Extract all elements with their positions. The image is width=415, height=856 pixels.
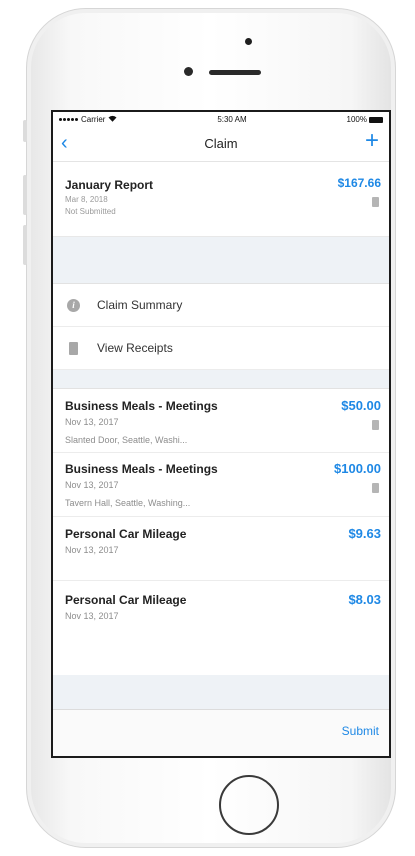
expense-amount: $9.63 [348, 526, 381, 541]
volume-up-button [23, 175, 27, 215]
plus-icon[interactable]: + [365, 129, 379, 153]
carrier-label: Carrier [81, 115, 106, 124]
navigation-bar: ‹ Claim + [53, 127, 389, 162]
receipt-icon [372, 483, 379, 493]
claim-summary-label: Claim Summary [97, 298, 183, 312]
status-bar: Carrier 5:30 AM 100% [53, 112, 389, 127]
receipt-icon [372, 420, 379, 430]
expense-item[interactable]: Business Meals - Meetings Nov 13, 2017 S… [53, 389, 389, 453]
expense-title: Personal Car Mileage [65, 593, 187, 607]
expense-title: Business Meals - Meetings [65, 399, 218, 413]
page-title: Claim [204, 136, 238, 151]
expense-item[interactable]: Business Meals - Meetings Nov 13, 2017 T… [53, 453, 389, 517]
expense-date: Nov 13, 2017 [65, 545, 119, 555]
expense-date: Nov 13, 2017 [65, 611, 119, 621]
home-button[interactable] [219, 775, 279, 835]
report-status: Not Submitted [65, 207, 116, 216]
report-amount: $167.66 [337, 176, 381, 190]
report-header[interactable]: January Report Mar 8, 2018 Not Submitted… [53, 162, 389, 237]
earpiece-speaker [209, 70, 261, 75]
claim-summary-row[interactable]: i Claim Summary [53, 284, 389, 327]
expense-item[interactable]: Personal Car Mileage Nov 13, 2017 $8.03 [53, 581, 389, 673]
status-time: 5:30 AM [217, 115, 247, 124]
expense-title: Personal Car Mileage [65, 527, 187, 541]
section-spacer [53, 370, 389, 389]
front-camera [184, 67, 193, 76]
expense-amount: $8.03 [348, 592, 381, 607]
report-name: January Report [65, 178, 154, 192]
report-date: Mar 8, 2018 [65, 195, 108, 204]
battery-percent: 100% [346, 115, 367, 124]
receipt-icon [372, 197, 379, 207]
receipt-icon [69, 341, 78, 355]
expense-date: Nov 13, 2017 [65, 417, 119, 427]
section-spacer [53, 237, 389, 284]
wifi-icon [108, 115, 117, 124]
expense-location: Tavern Hall, Seattle, Washing... [65, 498, 191, 508]
app-screen: Carrier 5:30 AM 100% ‹ Claim + January R… [51, 110, 391, 758]
proximity-sensor [245, 38, 252, 45]
expense-title: Business Meals - Meetings [65, 462, 218, 476]
mute-switch [23, 120, 27, 142]
expense-location: Slanted Door, Seattle, Washi... [65, 435, 188, 445]
expense-amount: $100.00 [334, 461, 381, 476]
battery-icon [369, 116, 383, 123]
info-icon: i [67, 298, 80, 312]
bottom-toolbar: Submit [53, 709, 389, 756]
signal-dots-icon [59, 118, 78, 121]
expense-item[interactable]: Personal Car Mileage Nov 13, 2017 $9.63 [53, 517, 389, 581]
volume-down-button [23, 225, 27, 265]
view-receipts-row[interactable]: View Receipts [53, 327, 389, 370]
view-receipts-label: View Receipts [97, 341, 173, 355]
list-footer-spacer [53, 675, 389, 711]
expense-date: Nov 13, 2017 [65, 480, 119, 490]
expense-amount: $50.00 [341, 398, 381, 413]
submit-button[interactable]: Submit [342, 724, 379, 738]
